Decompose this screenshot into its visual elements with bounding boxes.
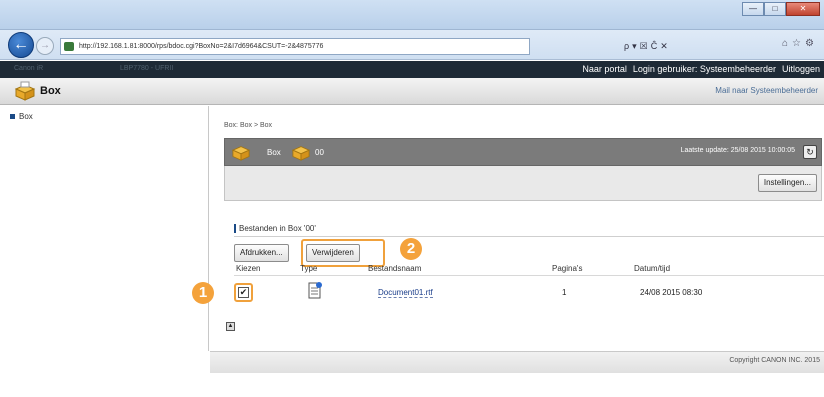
page-count: 1 bbox=[562, 288, 567, 297]
footer: Copyright CANON INC. 2015 bbox=[210, 351, 824, 397]
filename-link[interactable]: Document01.rtf bbox=[378, 288, 433, 298]
refresh-icon[interactable]: ↻ bbox=[803, 145, 817, 159]
mail-admin-link[interactable]: Mail naar Systeembeheerder bbox=[715, 86, 818, 95]
panel-title: Box bbox=[267, 148, 281, 157]
navigation-bar: ← → http://192.168.1.81:8000/rps/bdoc.cg… bbox=[0, 30, 824, 60]
callout-badge-2: 2 bbox=[400, 238, 422, 260]
settings-button[interactable]: Instellingen... bbox=[757, 174, 817, 192]
file-datetime: 24/08 2015 08:30 bbox=[640, 288, 703, 297]
main-content: Box: Box > Box Box 00 Laatste update: 25… bbox=[192, 106, 824, 351]
back-arrow-icon[interactable]: ← bbox=[8, 32, 34, 58]
print-button[interactable]: Afdrukken... bbox=[234, 244, 289, 262]
last-update: Laatste update: 25/08 2015 10:00:05 bbox=[680, 147, 795, 154]
box-icon bbox=[231, 143, 251, 163]
sidebar-item-box[interactable]: Box bbox=[10, 112, 33, 121]
minimize-button[interactable]: — bbox=[742, 2, 764, 16]
copyright-text: Copyright CANON INC. 2015 bbox=[729, 357, 820, 364]
rtf-document-icon bbox=[308, 282, 322, 302]
col-header-datetime: Datum/tijd bbox=[634, 264, 671, 273]
forward-arrow-icon[interactable]: → bbox=[36, 37, 54, 55]
col-header-pages: Pagina's bbox=[552, 264, 583, 273]
address-url: http://192.168.1.81:8000/rps/bdoc.cgi?Bo… bbox=[79, 43, 324, 50]
select-checkbox[interactable]: ✔ bbox=[238, 287, 249, 298]
page-title: Box bbox=[40, 85, 61, 97]
settings-bar: Instellingen... bbox=[224, 166, 822, 201]
table-header-divider bbox=[234, 275, 824, 276]
footer-bar: Copyright CANON INC. 2015 bbox=[210, 351, 824, 373]
address-tools[interactable]: ρ▾☒Ĉ✕ bbox=[532, 38, 802, 55]
logout-link[interactable]: Uitloggen bbox=[782, 64, 820, 74]
device-model-blurred: LBP7780 - UFRII bbox=[120, 65, 174, 72]
portal-link[interactable]: Naar portal bbox=[582, 64, 627, 74]
sidebar: Box bbox=[0, 106, 209, 351]
maximize-button[interactable]: □ bbox=[764, 2, 786, 16]
box-header-bar: Box Mail naar Systeembeheerder bbox=[0, 78, 824, 105]
col-header-filename: Bestandsnaam bbox=[368, 264, 422, 273]
box-number: 00 bbox=[315, 148, 324, 157]
box-icon bbox=[14, 81, 36, 103]
col-header-type: Type bbox=[300, 264, 318, 273]
box-panel-header: Box 00 Laatste update: 25/08 2015 10:00:… bbox=[224, 138, 822, 166]
footer-left bbox=[0, 351, 210, 397]
browser-tool-icons[interactable]: ⌂☆⚙ bbox=[782, 38, 818, 49]
site-favicon-icon bbox=[64, 42, 74, 51]
files-section-title: Bestanden in Box '00' bbox=[234, 224, 316, 233]
device-name-blurred: Canon iR bbox=[14, 65, 44, 72]
callout-badge-1: 1 bbox=[192, 282, 214, 304]
col-header-select: Kiezen bbox=[236, 264, 261, 273]
section-divider bbox=[234, 236, 824, 237]
login-user-label: Login gebruiker: Systeembeheerder bbox=[632, 64, 776, 74]
address-bar[interactable]: http://192.168.1.81:8000/rps/bdoc.cgi?Bo… bbox=[60, 38, 530, 55]
window-titlebar: — □ ✕ bbox=[0, 0, 824, 30]
close-button[interactable]: ✕ bbox=[786, 2, 820, 16]
window-controls: — □ ✕ bbox=[742, 2, 820, 16]
delete-button[interactable]: Verwijderen bbox=[306, 244, 360, 262]
portal-top-bar: Canon iR LBP7780 - UFRII Naar portal Log… bbox=[0, 61, 824, 78]
bullet-icon bbox=[10, 114, 15, 119]
browser-window: — □ ✕ ← → http://192.168.1.81:8000/rps/b… bbox=[0, 0, 824, 397]
top-links: Naar portal Login gebruiker: Systeembehe… bbox=[582, 64, 820, 74]
sidebar-item-label: Box bbox=[19, 112, 33, 121]
box-number-icon bbox=[291, 143, 311, 163]
collapse-icon[interactable]: ▲ bbox=[226, 322, 235, 331]
breadcrumb: Box: Box > Box bbox=[224, 122, 273, 129]
